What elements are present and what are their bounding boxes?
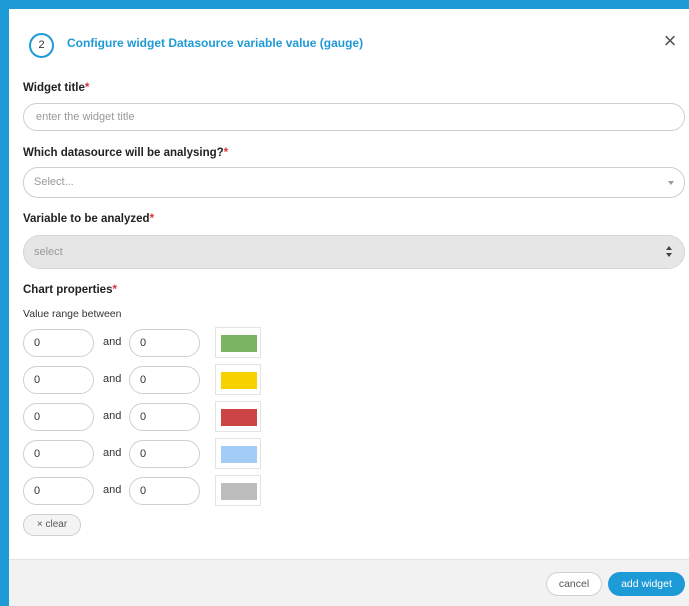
required-mark: * [112,284,117,296]
chart-properties-label: Chart properties* [23,284,117,296]
color-picker[interactable] [215,438,261,469]
range-to-input[interactable]: 0 [129,440,200,468]
dialog-footer: cancel add widget [9,559,689,606]
color-picker[interactable] [215,327,261,358]
variable-label: Variable to be analyzed* [23,213,154,225]
range-row: 0 and 0 [23,364,263,395]
widget-title-label-text: Widget title [23,82,85,94]
range-row: 0 and 0 [23,438,263,469]
range-row: 0 and 0 [23,327,263,358]
range-from-input[interactable]: 0 [23,440,94,468]
dialog-top-border [0,0,689,9]
color-picker[interactable] [215,475,261,506]
range-row: 0 and 0 [23,401,263,432]
datasource-selected-value: Select... [34,176,74,188]
color-swatch [221,372,257,389]
select-arrows-icon [666,246,674,258]
and-label: and [103,373,122,385]
range-from-input[interactable]: 0 [23,403,94,431]
cancel-button[interactable]: cancel [546,572,602,596]
dialog-header: 2 Configure widget Datasource variable v… [9,9,689,81]
close-icon[interactable]: × [660,30,680,52]
widget-title-label: Widget title* [23,82,89,94]
color-picker[interactable] [215,364,261,395]
and-label: and [103,447,122,459]
clear-button[interactable]: × clear [23,514,81,536]
and-label: and [103,484,122,496]
required-mark: * [223,147,229,159]
color-picker[interactable] [215,401,261,432]
required-mark: * [84,82,90,94]
step-number-badge: 2 [29,33,54,58]
value-range-label: Value range between [23,308,122,320]
range-to-input[interactable]: 0 [129,477,200,505]
widget-title-input[interactable]: enter the widget title [23,103,685,131]
and-label: and [103,336,122,348]
and-label: and [103,410,122,422]
dialog: 2 Configure widget Datasource variable v… [0,0,689,606]
color-swatch [221,335,257,352]
datasource-label-text: Which datasource will be analysing? [23,147,224,159]
range-to-input[interactable]: 0 [129,366,200,394]
color-swatch [221,483,257,500]
close-icon: × [36,519,43,530]
dialog-left-border [0,0,9,606]
chevron-down-icon [668,181,674,185]
clear-label: clear [45,519,68,530]
add-widget-button[interactable]: add widget [608,572,685,596]
variable-label-text: Variable to be analyzed [23,213,150,225]
range-to-input[interactable]: 0 [129,403,200,431]
color-swatch [221,409,257,426]
dialog-title: Configure widget Datasource variable val… [67,36,364,50]
datasource-select[interactable]: Select... [23,167,685,198]
chart-properties-label-text: Chart properties [23,284,113,296]
range-from-input[interactable]: 0 [23,329,94,357]
datasource-label: Which datasource will be analysing?* [23,147,228,159]
range-to-input[interactable]: 0 [129,329,200,357]
required-mark: * [149,213,155,225]
color-swatch [221,446,257,463]
range-from-input[interactable]: 0 [23,477,94,505]
range-row: 0 and 0 [23,475,263,506]
range-from-input[interactable]: 0 [23,366,94,394]
variable-select[interactable]: select [23,235,685,269]
widget-title-placeholder: enter the widget title [36,111,135,123]
variable-selected-value: select [34,246,63,258]
